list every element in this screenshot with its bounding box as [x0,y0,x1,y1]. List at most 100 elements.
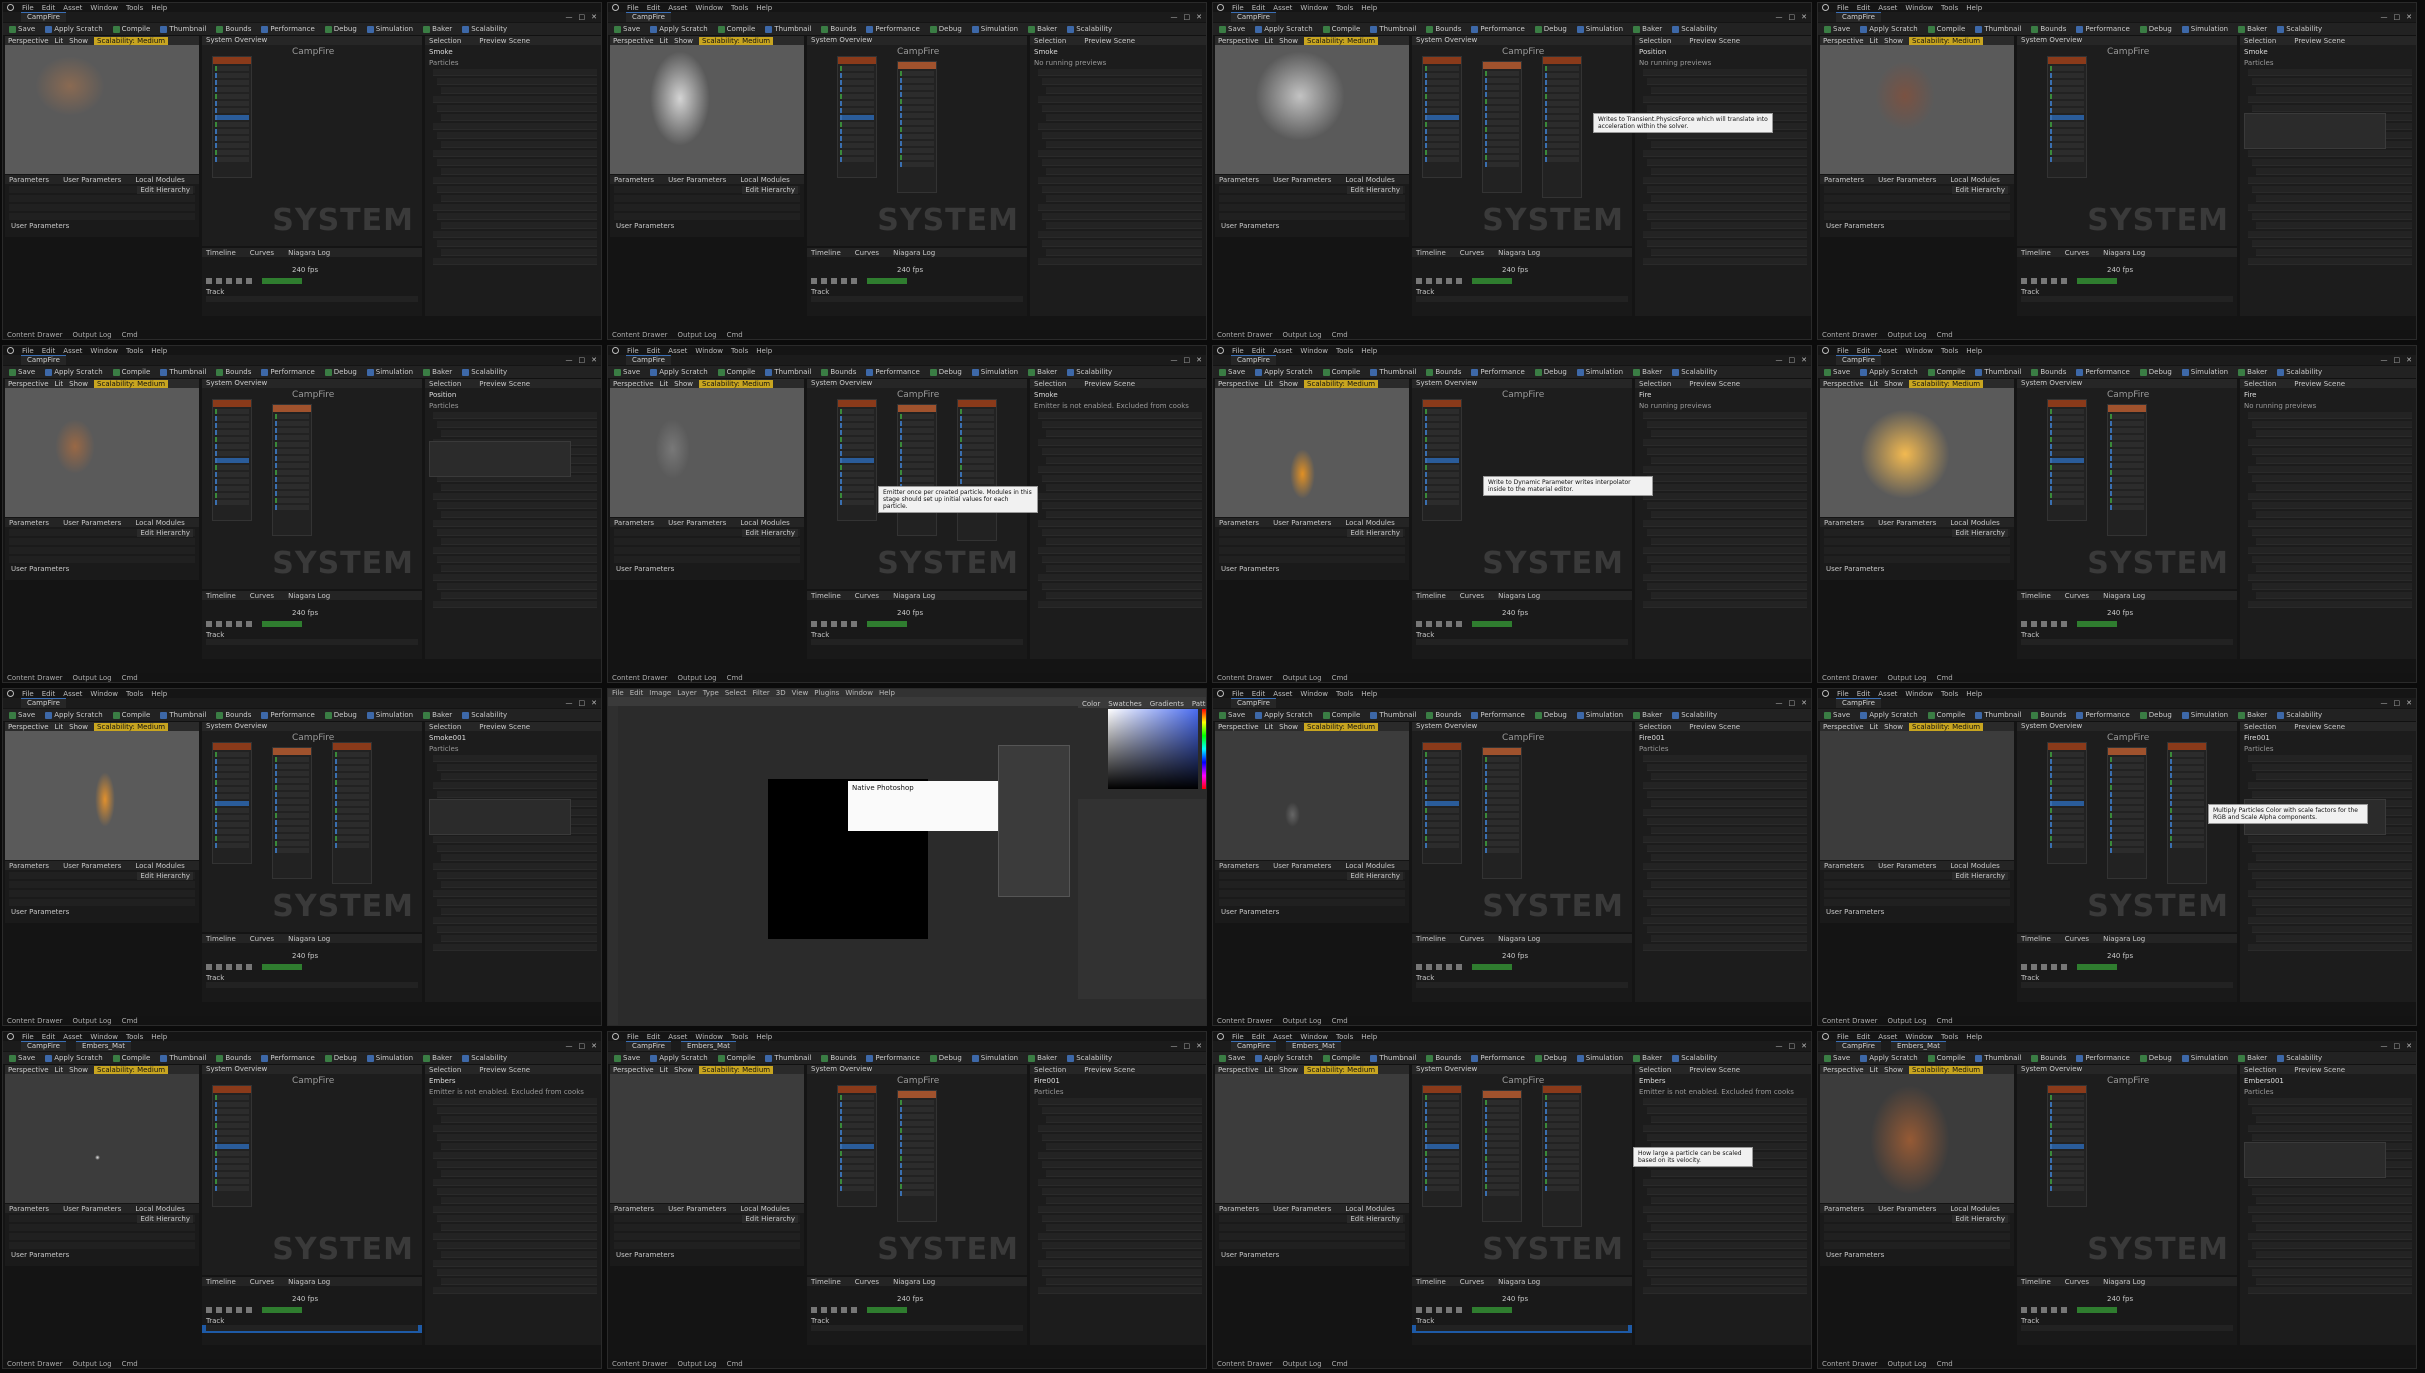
module-row[interactable] [1485,799,1519,804]
viewport-lit[interactable]: Lit [55,380,64,388]
property-row[interactable] [1042,421,1202,428]
selection-tab[interactable]: Selection [1034,380,1066,388]
property-row[interactable] [1046,114,1202,121]
module-row[interactable] [1425,122,1459,127]
window-button[interactable]: □ [2394,699,2401,707]
property-row[interactable] [2256,538,2412,545]
property-row[interactable] [1651,168,1807,175]
emitter-node[interactable] [1482,1090,1522,1222]
module-row[interactable] [1485,1156,1519,1161]
timeline-tab[interactable]: Curves [1460,935,1484,943]
status-item[interactable]: Content Drawer [1822,1360,1878,1368]
module-row[interactable] [840,1109,874,1114]
timeline-track[interactable] [206,1325,418,1331]
menu-item[interactable]: Tools [1941,4,1958,12]
playback-button[interactable] [246,1307,252,1313]
module-row[interactable] [840,1179,874,1184]
system-overview-tab[interactable]: System Overview [2017,36,2237,45]
module-row[interactable] [840,1172,874,1177]
toolbar-button[interactable]: Performance [1471,1054,1525,1062]
property-row[interactable] [2248,493,2412,500]
property-row[interactable] [433,601,597,608]
playback-button[interactable] [2041,621,2047,627]
property-row[interactable] [433,1179,597,1186]
window-button[interactable]: — [1776,13,1783,21]
module-row[interactable] [215,493,249,498]
property-row[interactable] [1042,1107,1202,1114]
module-row[interactable] [900,470,934,475]
timeline-tab[interactable]: Niagara Log [1498,592,1540,600]
track-button[interactable]: Track [2021,974,2039,982]
module-row[interactable] [2050,766,2084,771]
module-row[interactable] [1425,815,1459,820]
module-row[interactable] [960,444,994,449]
module-row[interactable] [1545,1123,1579,1128]
module-row[interactable] [960,423,994,428]
emitter-node[interactable] [837,399,877,521]
module-row[interactable] [215,1102,249,1107]
status-item[interactable]: Output Log [1888,331,1927,339]
module-row[interactable] [215,486,249,491]
property-row[interactable] [437,186,597,193]
toolbar-button[interactable]: Baker [423,368,452,376]
menu-item[interactable]: Help [151,4,167,12]
module-row[interactable] [215,1172,249,1177]
property-row[interactable] [1647,213,1807,220]
toolbar-button[interactable]: Simulation [1576,1054,1623,1062]
toolbar-button[interactable]: Apply Scratch [1255,1054,1313,1062]
module-row[interactable] [2050,787,2084,792]
timeline-tab[interactable]: Niagara Log [893,1278,935,1286]
module-row[interactable] [1485,120,1519,125]
module-row[interactable] [1425,409,1459,414]
tab-campfire[interactable]: CampFire [1231,1041,1276,1051]
emitter-node[interactable] [837,56,877,178]
module-row[interactable] [840,479,874,484]
property-row[interactable] [1046,592,1202,599]
module-row[interactable] [2050,430,2084,435]
module-row[interactable] [840,108,874,113]
module-row[interactable] [2110,442,2144,447]
module-row[interactable] [2050,94,2084,99]
property-row[interactable] [1647,791,1807,798]
property-row[interactable] [1038,69,1202,76]
status-item[interactable]: Content Drawer [7,1360,63,1368]
module-row[interactable] [2110,806,2144,811]
module-row[interactable] [1425,801,1459,806]
status-item[interactable]: Content Drawer [1217,1017,1273,1025]
menu-item[interactable]: Edit [1857,347,1871,355]
property-row[interactable] [1046,457,1202,464]
module-row[interactable] [840,122,874,127]
property-row[interactable] [1046,484,1202,491]
playback-button[interactable] [206,278,212,284]
property-row[interactable] [2252,475,2412,482]
emitter-timeline-bar[interactable] [867,621,907,627]
property-row[interactable] [2252,78,2412,85]
module-row[interactable] [1425,836,1459,841]
property-row[interactable] [2252,502,2412,509]
window-button[interactable]: □ [1789,13,1796,21]
toolbar-button[interactable]: Bounds [821,25,856,33]
toolbar-button[interactable]: Apply Scratch [45,1054,103,1062]
track-button[interactable]: Track [1416,1317,1434,1325]
property-row[interactable] [1643,231,1807,238]
toolbar-button[interactable]: Baker [1028,368,1057,376]
timeline-tab[interactable]: Timeline [206,935,236,943]
module-row[interactable] [2050,150,2084,155]
property-row[interactable] [1647,1107,1807,1114]
window-button[interactable]: ✕ [1801,356,1807,364]
status-item[interactable]: Cmd [727,1360,743,1368]
toolbar-button[interactable]: Simulation [971,368,1018,376]
module-row[interactable] [900,449,934,454]
module-row[interactable] [215,1179,249,1184]
emitter-header[interactable] [273,748,311,755]
menu-item[interactable]: Asset [63,690,82,698]
module-row[interactable] [1545,73,1579,78]
window-button[interactable]: □ [1184,356,1191,364]
emitter-header[interactable] [898,405,936,412]
toolbar-button[interactable]: Scalability [1067,25,1112,33]
property-row[interactable] [1643,890,1807,897]
playback-button[interactable] [1416,621,1422,627]
edit-hierarchy-button[interactable]: Edit Hierarchy [1952,186,2008,194]
timeline-track[interactable] [1416,1325,1628,1331]
photoshop-tools-panel[interactable] [608,706,618,1025]
